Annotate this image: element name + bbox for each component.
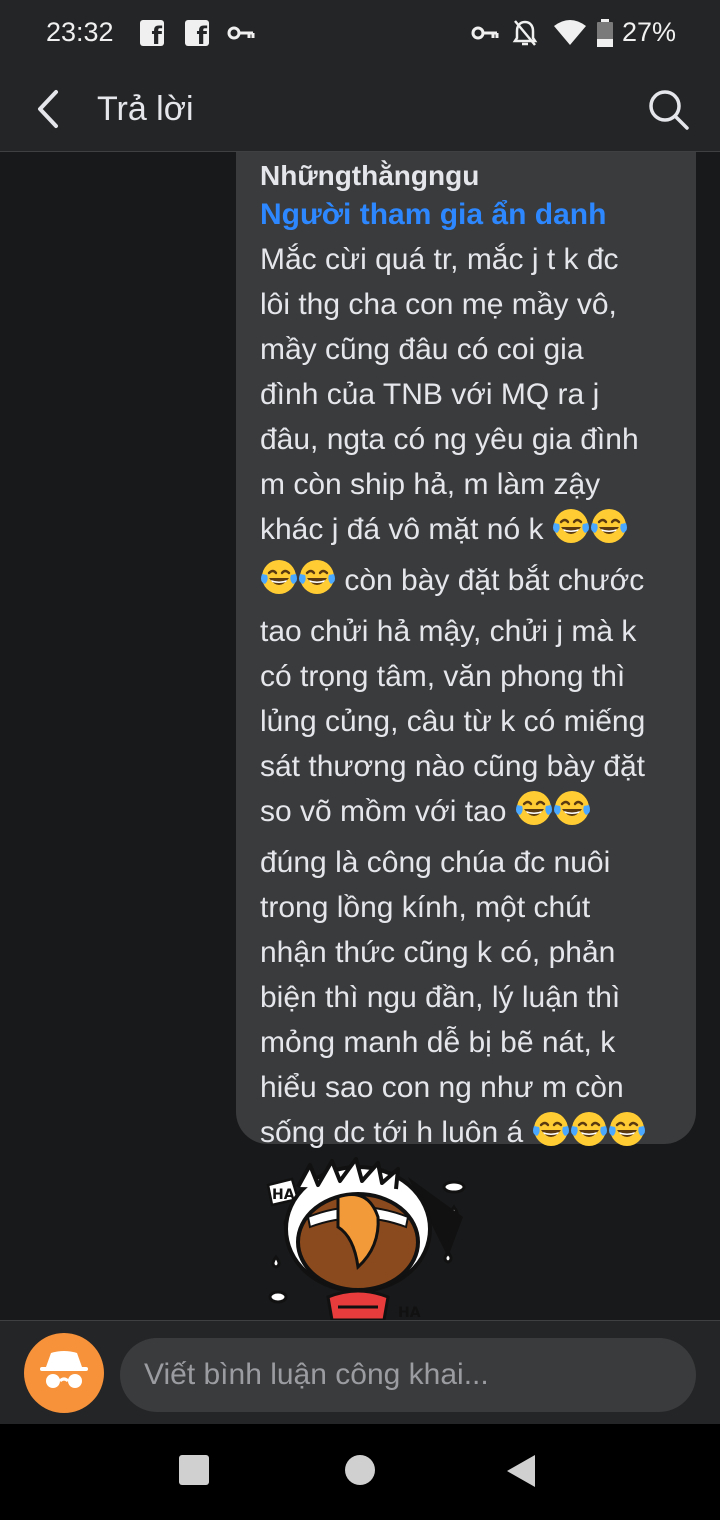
- face-with-tears-of-joy-icon: [570, 1110, 608, 1161]
- comment-line: sát thương nào cũng bày đặt: [260, 750, 646, 783]
- battery-icon: [597, 19, 613, 47]
- incognito-icon: [40, 1351, 88, 1388]
- face-with-tears-of-joy-icon: [608, 1110, 646, 1161]
- battery-percent: 27%: [622, 17, 677, 47]
- laughing-cartoon-sticker[interactable]: HA HA: [258, 1157, 470, 1320]
- chevron-left-icon: [38, 90, 58, 128]
- page-title: Trả lời: [97, 90, 194, 128]
- app-header: Trả lời: [0, 66, 720, 152]
- svg-text:HA: HA: [398, 1305, 421, 1320]
- comment-line: Mắc cừi quá tr, mắc j t k đc: [260, 243, 619, 276]
- comment-line: so võ mồm với tao: [260, 795, 507, 828]
- anonymous-participant-badge: Người tham gia ẩn danh: [260, 198, 607, 231]
- comment-line: đình của TNB với MQ ra j: [260, 378, 600, 411]
- comment-line: mầy cũng đâu có coi gia: [260, 333, 584, 366]
- home-button[interactable]: [344, 1454, 376, 1486]
- status-time: 23:32: [46, 17, 114, 47]
- comment-author[interactable]: Nhữngthằngngu: [260, 158, 672, 194]
- comment-line-with-emoji: khác j đá vô mặt nó k: [260, 507, 672, 558]
- comment-line-with-emoji: còn bày đặt bắt chước: [260, 558, 672, 609]
- comment-line: lôi thg cha con mẹ mầy vô,: [260, 288, 617, 321]
- comment-line-with-emoji: sống dc tới h luôn á: [260, 1110, 672, 1161]
- comment-line-with-emoji: so võ mồm với tao: [260, 789, 672, 840]
- vpn-key-icon: [471, 26, 499, 40]
- recents-button[interactable]: [178, 1454, 210, 1486]
- face-with-tears-of-joy-icon: [552, 507, 590, 558]
- face-with-tears-of-joy-icon: [553, 789, 591, 840]
- face-with-tears-of-joy-icon: [298, 558, 336, 609]
- comment-line: m còn ship hả, m làm zậy: [260, 468, 601, 501]
- comment-line: hiểu sao con ng như m còn: [260, 1071, 624, 1104]
- comment-line: tao chửi hả mậy, chửi j mà k: [260, 615, 637, 648]
- square-icon: [179, 1455, 209, 1485]
- face-with-tears-of-joy-icon: [590, 507, 628, 558]
- system-navigation-bar: [0, 1424, 720, 1520]
- comment-line: sống dc tới h luôn á: [260, 1116, 524, 1149]
- search-icon: [649, 90, 689, 130]
- back-nav-button[interactable]: [505, 1454, 537, 1488]
- comment-text: Mắc cừi quá tr, mắc j t k đc lôi thg cha…: [260, 237, 672, 1161]
- svg-text:HA: HA: [272, 1187, 295, 1203]
- face-with-tears-of-joy-icon: [260, 558, 298, 609]
- comment-line: khác j đá vô mặt nó k: [260, 513, 544, 546]
- comment-thread[interactable]: Nhữngthằngngu Người tham gia ẩn danh Mắc…: [0, 152, 720, 1320]
- status-bar: 23:32 27%: [0, 0, 720, 66]
- wifi-icon: [554, 20, 586, 45]
- triangle-back-icon: [507, 1455, 535, 1487]
- key-icon: [227, 26, 255, 40]
- comment-line: đúng là công chúa đc nuôi: [260, 846, 611, 879]
- avatar[interactable]: [24, 1333, 104, 1413]
- comment-line: lủng củng, câu từ k có miếng: [260, 705, 646, 738]
- face-with-tears-of-joy-icon: [532, 1110, 570, 1161]
- comment-bubble[interactable]: Nhữngthằngngu Người tham gia ẩn danh Mắc…: [236, 152, 696, 1149]
- face-with-tears-of-joy-icon: [515, 789, 553, 840]
- comment-input[interactable]: [120, 1338, 696, 1412]
- search-button[interactable]: [644, 85, 692, 133]
- comment-line: mỏng manh dễ bị bẽ nát, k: [260, 1026, 616, 1059]
- circle-icon: [345, 1455, 375, 1485]
- comment-line: biện thì ngu đần, lý luận thì: [260, 981, 621, 1014]
- facebook-icon: [185, 20, 209, 50]
- back-button[interactable]: [26, 84, 74, 134]
- facebook-icon: [140, 20, 164, 50]
- comment-line: nhận thức cũng k có, phản: [260, 936, 616, 969]
- comment-line: đâu, ngta có ng yêu gia đình: [260, 423, 639, 456]
- comment-composer: [0, 1320, 720, 1424]
- comment-line: có trọng tâm, văn phong thì: [260, 660, 626, 693]
- notifications-off-icon: [512, 20, 538, 46]
- comment-line: trong lồng kính, một chút: [260, 891, 591, 924]
- comment-line: còn bày đặt bắt chước: [344, 564, 645, 597]
